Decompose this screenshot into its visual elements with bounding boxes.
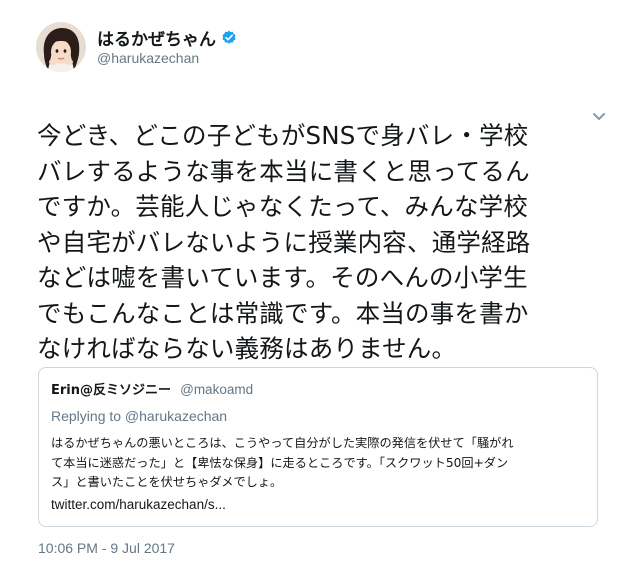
quoted-tweet-text: はるかぜちゃんの悪いところは、こうやって自分がした実際の発信を伏せて「騒がれ て… — [51, 434, 591, 493]
quoted-handle: @makoamd — [180, 382, 254, 397]
tweet-text-line: などは嘘を書いています。そのへんの小学生 — [37, 263, 528, 292]
author-display-name[interactable]: はるかぜちゃん — [97, 25, 216, 50]
author-name-row: はるかぜちゃん — [97, 25, 237, 50]
tweet-text-line: なければならない義務はありません。 — [37, 334, 457, 363]
tweet-text: 今どき、どこの子どもがSNSで身バレ・学校 バレするような事を本当に書くと思って… — [37, 118, 617, 367]
quoted-text-line: ス」と書いたことを伏せちゃダメでしょ。 — [51, 475, 283, 489]
profile-photo-icon — [36, 22, 86, 72]
tweet-text-line: でもこんなことは常識です。本当の事を書か — [37, 298, 529, 328]
quoted-tweet-link[interactable]: twitter.com/harukazechan/s... — [51, 497, 226, 512]
author-info[interactable]: はるかぜちゃん @harukazechan — [97, 25, 237, 66]
quoted-display-name: Erin@反ミソジニー — [51, 383, 172, 398]
quoted-text-line: て本当に迷惑だった」と【卑怯な保身】に走るところです。「スクワット50回+ダン — [51, 455, 509, 470]
tweet-text-line: 今どき、どこの子どもがSNSで身バレ・学校 — [37, 121, 529, 150]
quoted-tweet-card[interactable]: Erin@反ミソジニー @makoamd Replying to @haruka… — [38, 367, 598, 527]
quoted-author: Erin@反ミソジニー @makoamd — [51, 379, 253, 398]
tweet-text-line: や自宅がバレないように授業内容、通学経路 — [37, 227, 531, 257]
quoted-replying-to: Replying to @harukazechan — [51, 408, 228, 424]
tweet-card: はるかぜちゃん @harukazechan 今どき、どこの子どもがSNSで身バレ… — [0, 0, 634, 565]
author-avatar[interactable] — [36, 22, 86, 72]
quoted-text-line: はるかぜちゃんの悪いところは、こうやって自分がした実際の発信を伏せて「騒がれ — [51, 436, 514, 450]
author-handle[interactable]: @harukazechan — [97, 50, 237, 66]
tweet-timestamp[interactable]: 10:06 PM - 9 Jul 2017 — [38, 540, 175, 556]
chevron-down-icon[interactable] — [592, 107, 606, 120]
tweet-text-line: ですか。芸能人じゃなくたって、みんな学校 — [37, 192, 529, 221]
tweet-text-line: バレするような事を本当に書くと思ってるん — [37, 156, 530, 186]
verified-badge-icon — [221, 29, 237, 45]
